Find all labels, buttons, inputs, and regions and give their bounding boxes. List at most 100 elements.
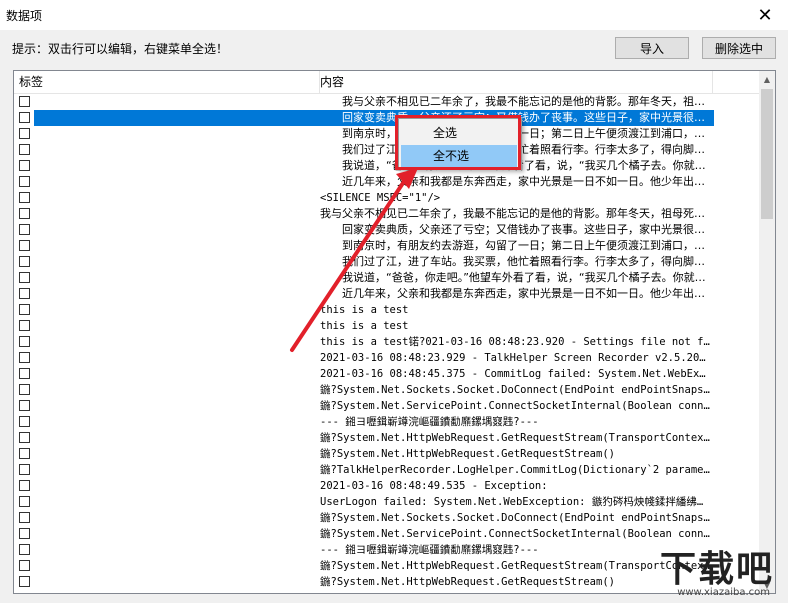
row-checkbox[interactable] xyxy=(19,496,30,507)
title-bar: 数据项 ✕ xyxy=(0,0,788,30)
row-content: 鍦?System.Net.ServicePoint.ConnectSocketI… xyxy=(320,528,710,540)
row-checkbox[interactable] xyxy=(19,160,30,171)
table-row[interactable]: <SILENCE MSEC="1"/> xyxy=(14,190,759,206)
row-content: 回家变卖典质，父亲还了亏空；又借钱办了丧事。这些日子，家中光景很是惨淡… xyxy=(320,223,710,236)
row-checkbox[interactable] xyxy=(19,96,30,107)
row-checkbox[interactable] xyxy=(19,208,30,219)
list-header: 标签 内容 xyxy=(14,71,759,94)
row-checkbox[interactable] xyxy=(19,272,30,283)
row-checkbox[interactable] xyxy=(19,336,30,347)
row-checkbox[interactable] xyxy=(19,256,30,267)
row-content: 到南京时，有朋友约去游逛，勾留了一日；第二日上午便须渡江到浦口，下午上车… xyxy=(320,239,710,252)
column-header-content[interactable]: 内容 xyxy=(315,71,713,93)
scroll-up-icon[interactable]: ▲ xyxy=(759,71,775,87)
row-content: 我说道，“爸爸，你走吧。”他望车外看了看，说，“我买几个橘子去。你就在此地… xyxy=(320,271,710,284)
row-checkbox[interactable] xyxy=(19,304,30,315)
row-checkbox[interactable] xyxy=(19,112,30,123)
row-checkbox[interactable] xyxy=(19,576,30,587)
table-row[interactable]: 鍦?System.Net.Sockets.Socket.DoConnect(En… xyxy=(14,510,759,526)
row-content: 我们过了江，进了车站。我买票，他忙着照看行李。行李太多了，得向脚夫行些小… xyxy=(320,255,710,268)
table-row[interactable]: 近几年来，父亲和我都是东奔西走，家中光景是一日不如一日。他少年出外谋生… xyxy=(14,286,759,302)
row-content: this is a test xyxy=(320,320,409,332)
row-content: this is a test xyxy=(320,304,409,316)
vertical-scrollbar[interactable]: ▲ ▼ xyxy=(759,71,775,593)
close-icon[interactable]: ✕ xyxy=(742,0,788,30)
row-checkbox[interactable] xyxy=(19,560,30,571)
row-checkbox[interactable] xyxy=(19,480,30,491)
row-checkbox[interactable] xyxy=(19,432,30,443)
table-row[interactable]: 回家变卖典质，父亲还了亏空；又借钱办了丧事。这些日子，家中光景很是惨淡… xyxy=(14,110,759,126)
table-row[interactable]: 我与父亲不相见已二年余了，我最不能忘记的是他的背影。那年冬天，祖母死了，父亲… xyxy=(14,206,759,222)
row-content: 鍦?System.Net.Sockets.Socket.DoConnect(En… xyxy=(320,512,710,524)
row-checkbox[interactable] xyxy=(19,544,30,555)
row-checkbox[interactable] xyxy=(19,320,30,331)
row-content: 鍦?TalkHelperRecorder.LogHelper.CommitLog… xyxy=(320,464,710,476)
row-content: 鍦?System.Net.Sockets.Socket.DoConnect(En… xyxy=(320,384,710,396)
row-content: 我与父亲不相见已二年余了，我最不能忘记的是他的背影。那年冬天，祖母死了，父亲… xyxy=(320,207,710,220)
table-row[interactable]: 鍦?System.Net.HttpWebRequest.GetRequestSt… xyxy=(14,574,759,590)
table-row[interactable]: 我说道，“爸爸，你走吧。”他望车外看了看，说，“我买几个橘子去。你就在此地… xyxy=(14,270,759,286)
row-checkbox[interactable] xyxy=(19,288,30,299)
row-content: 2021-03-16 08:48:45.375 - CommitLog fail… xyxy=(320,368,710,380)
table-row[interactable]: 我们过了江，进了车站。我买票，他忙着照看行李。行李太多了，得向脚夫行些小… xyxy=(14,254,759,270)
row-checkbox[interactable] xyxy=(19,240,30,251)
table-row[interactable]: 2021-03-16 08:48:23.929 - TalkHelper Scr… xyxy=(14,350,759,366)
row-checkbox[interactable] xyxy=(19,192,30,203)
table-row[interactable]: 近几年来，父亲和我都是东奔西走，家中光景是一日不如一日。他少年出外谋生… xyxy=(14,174,759,190)
row-content: --- 鎺ヨ嚦鍓嶄竴浣嶇疆鐨勫爢鏍堣窡韪?--- xyxy=(320,416,539,428)
data-items-window: 数据项 ✕ 提示：双击行可以编辑，右键菜单全选！ 导入 删除选中 标签 内容 我… xyxy=(0,0,788,603)
row-content: <SILENCE MSEC="1"/> xyxy=(320,192,441,204)
context-menu: 全选 全不选 xyxy=(398,118,522,170)
row-content: 近几年来，父亲和我都是东奔西走，家中光景是一日不如一日。他少年出外谋生… xyxy=(320,287,710,300)
row-content: 2021-03-16 08:48:49.535 - Exception: xyxy=(320,480,548,492)
row-checkbox[interactable] xyxy=(19,528,30,539)
table-row[interactable]: this is a test锘?021-03-16 08:48:23.920 -… xyxy=(14,334,759,350)
table-row[interactable]: 我说道，“爸爸，你走吧。”他望车外看了看，说，“我买几个橘子去。你就在此地… xyxy=(14,158,759,174)
table-row[interactable]: 鍦?System.Net.ServicePoint.ConnectSocketI… xyxy=(14,398,759,414)
row-checkbox[interactable] xyxy=(19,512,30,523)
table-row[interactable]: 鍦?System.Net.Sockets.Socket.DoConnect(En… xyxy=(14,382,759,398)
row-checkbox[interactable] xyxy=(19,224,30,235)
table-row[interactable]: 鍦?TalkHelperRecorder.LogHelper.CommitLog… xyxy=(14,462,759,478)
row-checkbox[interactable] xyxy=(19,176,30,187)
table-row[interactable]: 到南京时，有朋友约去游逛，勾留了一日；第二日上午便须渡江到浦口，下午上车… xyxy=(14,126,759,142)
table-row[interactable]: --- 鎺ヨ嚦鍓嶄竴浣嶇疆鐨勫爢鏍堣窡韪?--- xyxy=(14,414,759,430)
data-list[interactable]: 标签 内容 我与父亲不相见已二年余了，我最不能忘记的是他的背影。那年冬天，祖母死… xyxy=(13,70,776,594)
row-checkbox[interactable] xyxy=(19,384,30,395)
row-checkbox[interactable] xyxy=(19,464,30,475)
column-header-tag[interactable]: 标签 xyxy=(14,71,320,93)
row-content: 鍦?System.Net.HttpWebRequest.GetRequestSt… xyxy=(320,560,710,572)
table-row[interactable]: UserLogon failed: System.Net.WebExceptio… xyxy=(14,494,759,510)
table-row[interactable]: 2021-03-16 08:48:45.375 - CommitLog fail… xyxy=(14,366,759,382)
row-checkbox[interactable] xyxy=(19,448,30,459)
table-row[interactable]: 我们过了江，进了车站。我买票，他忙着照看行李。行李太多了，得向脚夫行些小… xyxy=(14,142,759,158)
table-row[interactable]: 2021-03-16 08:48:49.535 - Exception: xyxy=(14,478,759,494)
table-row[interactable]: this is a test xyxy=(14,318,759,334)
hint-text: 提示：双击行可以编辑，右键菜单全选！ xyxy=(12,42,229,56)
table-row[interactable]: 鍦?System.Net.HttpWebRequest.GetRequestSt… xyxy=(14,446,759,462)
row-content: UserLogon failed: System.Net.WebExceptio… xyxy=(320,496,710,508)
table-row[interactable]: this is a test xyxy=(14,302,759,318)
table-row[interactable]: --- 鎺ヨ嚦鍓嶄竴浣嶇疆鐨勫爢鏍堣窡韪?--- xyxy=(14,542,759,558)
row-content: --- 鎺ヨ嚦鍓嶄竴浣嶇疆鐨勫爢鏍堣窡韪?--- xyxy=(320,544,539,556)
row-content: 鍦?System.Net.HttpWebRequest.GetRequestSt… xyxy=(320,448,615,460)
table-row[interactable]: 回家变卖典质，父亲还了亏空；又借钱办了丧事。这些日子，家中光景很是惨淡… xyxy=(14,222,759,238)
row-checkbox[interactable] xyxy=(19,416,30,427)
row-checkbox[interactable] xyxy=(19,128,30,139)
import-button[interactable]: 导入 xyxy=(615,37,689,59)
table-row[interactable]: 鍦?System.Net.HttpWebRequest.GetRequestSt… xyxy=(14,558,759,574)
row-checkbox[interactable] xyxy=(19,144,30,155)
row-checkbox[interactable] xyxy=(19,368,30,379)
row-checkbox[interactable] xyxy=(19,400,30,411)
menu-item-deselect-all[interactable]: 全不选 xyxy=(401,145,517,167)
delete-selected-button[interactable]: 删除选中 xyxy=(702,37,776,59)
row-checkbox[interactable] xyxy=(19,352,30,363)
table-row[interactable]: 到南京时，有朋友约去游逛，勾留了一日；第二日上午便须渡江到浦口，下午上车… xyxy=(14,238,759,254)
row-content: 2021-03-16 08:48:23.929 - TalkHelper Scr… xyxy=(320,352,710,364)
table-row[interactable]: 我与父亲不相见已二年余了，我最不能忘记的是他的背影。那年冬天，祖母死了，父… xyxy=(14,94,759,110)
menu-item-select-all[interactable]: 全选 xyxy=(401,122,517,144)
scroll-thumb[interactable] xyxy=(761,89,773,219)
row-content: 鍦?System.Net.HttpWebRequest.GetRequestSt… xyxy=(320,576,615,588)
table-row[interactable]: 鍦?System.Net.ServicePoint.ConnectSocketI… xyxy=(14,526,759,542)
table-row[interactable]: 鍦?System.Net.HttpWebRequest.GetRequestSt… xyxy=(14,430,759,446)
